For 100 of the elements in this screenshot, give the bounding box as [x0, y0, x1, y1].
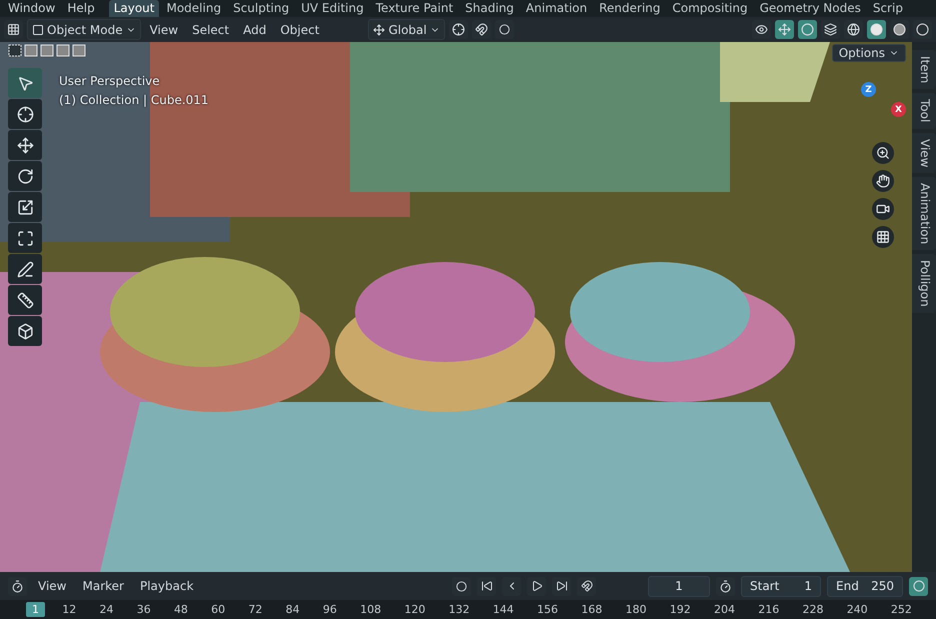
header-menu[interactable]: Add	[238, 22, 272, 36]
header-menu[interactable]: Select	[187, 22, 234, 36]
jump-start-button[interactable]	[477, 576, 496, 596]
frame-number: 192	[668, 602, 692, 617]
workspace-tab[interactable]: Animation	[520, 0, 592, 17]
transform-tool[interactable]	[8, 223, 42, 253]
workspace-tab[interactable]: UV Editing	[296, 0, 369, 17]
workspace-tab[interactable]: Rendering	[594, 0, 666, 17]
pivot-button[interactable]	[448, 20, 468, 39]
frame-number: 120	[403, 602, 426, 617]
frame-number: 204	[712, 602, 736, 617]
workspace-tab[interactable]: Shading	[460, 0, 519, 17]
select-mode-icon[interactable]	[8, 44, 22, 57]
sidebar-tab[interactable]: Tool	[912, 93, 936, 129]
sphere-icon	[916, 23, 929, 36]
move-icon	[16, 136, 34, 154]
timeline-menu[interactable]: Playback	[134, 579, 199, 593]
frame-number: 168	[580, 602, 604, 617]
frame-number: 1	[26, 602, 45, 617]
workspace-tab[interactable]: Scrip	[868, 0, 908, 17]
frame-number: 216	[757, 602, 780, 617]
workspace-tab[interactable]: Modeling	[161, 0, 226, 17]
frame-number: 108	[359, 602, 382, 617]
play-button[interactable]	[527, 576, 546, 596]
stopwatch-icon	[719, 580, 732, 592]
add-cube-tool[interactable]	[8, 316, 42, 346]
workspace-tab[interactable]: Texture Paint	[370, 0, 458, 17]
frame-number: 156	[536, 602, 560, 617]
move-tool[interactable]	[8, 130, 42, 160]
frame-number: 180	[624, 602, 648, 617]
workspace-tab[interactable]: Layout	[108, 0, 160, 17]
menu-item[interactable]: Window	[2, 0, 62, 17]
shading-mode-button[interactable]	[913, 20, 932, 39]
frame-number: 96	[322, 602, 338, 617]
measure-tool[interactable]	[8, 285, 42, 315]
header-menu[interactable]: Object	[275, 22, 324, 36]
magnet-icon	[580, 580, 592, 592]
proportional-button[interactable]	[494, 20, 514, 39]
shading-mode-button[interactable]	[867, 20, 886, 39]
editor-type-button[interactable]	[8, 576, 27, 596]
select-icon	[16, 74, 34, 92]
header-menu[interactable]: View	[144, 22, 184, 36]
current-frame-field[interactable]: 1	[648, 576, 710, 596]
frame-number: 228	[801, 602, 824, 617]
circle-icon	[912, 580, 924, 592]
sidebar-tab[interactable]: View	[912, 132, 936, 174]
select-mode-icon[interactable]	[56, 44, 70, 57]
select-mode-icon[interactable]	[72, 44, 86, 57]
mode-dropdown[interactable]: Object Mode	[27, 19, 141, 40]
step-back-button[interactable]	[502, 576, 521, 596]
timeline-menu[interactable]: Marker	[77, 579, 129, 593]
sidebar-tab[interactable]: Animation	[912, 177, 936, 250]
gizmo-toggle-button[interactable]	[775, 20, 794, 39]
rotate-tool[interactable]	[8, 161, 42, 191]
stopwatch-button[interactable]	[716, 576, 735, 596]
skip-back-icon	[480, 580, 492, 592]
timeline-menu[interactable]: View	[33, 579, 72, 593]
globe-icon	[847, 23, 860, 36]
frame-number: 252	[890, 602, 913, 617]
frame-number: 36	[136, 602, 152, 617]
end-frame-field[interactable]: End 250	[827, 576, 903, 596]
record-button[interactable]	[452, 576, 471, 596]
snap-button[interactable]	[577, 576, 596, 596]
xray-button[interactable]	[821, 20, 840, 39]
sphere-icon	[870, 23, 883, 36]
camera-icon	[876, 202, 890, 216]
editor-type-button[interactable]	[4, 20, 23, 39]
keying-button[interactable]	[909, 576, 928, 596]
cursor-tool[interactable]	[8, 99, 42, 129]
workspace-tab[interactable]: Geometry Nodes	[754, 0, 866, 17]
start-frame-field[interactable]: Start 1	[741, 576, 821, 596]
snap-button[interactable]	[472, 20, 491, 39]
select-tool[interactable]	[8, 68, 42, 98]
annotate-tool[interactable]	[8, 254, 42, 284]
select-mode-icon[interactable]	[24, 44, 38, 57]
visibility-button[interactable]	[752, 20, 771, 39]
circle-icon	[498, 24, 510, 35]
arrows-icon	[778, 23, 791, 36]
cursor-icon	[16, 106, 34, 122]
menu-item[interactable]: Help	[61, 0, 101, 17]
shading-mode-button[interactable]	[890, 20, 909, 39]
frame-number: 240	[846, 602, 869, 617]
workspace-tab[interactable]: Sculpting	[228, 0, 294, 17]
jump-end-button[interactable]	[552, 576, 571, 596]
layers-icon	[824, 23, 837, 36]
orientation-dropdown[interactable]: Global	[368, 19, 445, 40]
overlay-toggle-button[interactable]	[798, 20, 817, 39]
scale-tool[interactable]	[8, 192, 42, 222]
frame-number: 72	[247, 602, 264, 617]
frame-number: 60	[210, 602, 226, 617]
frame-number: 144	[492, 602, 515, 617]
sidebar-tab[interactable]: Item	[912, 50, 936, 90]
sidebar-tab[interactable]: Polligon	[912, 254, 936, 314]
select-mode-icon[interactable]	[40, 44, 54, 57]
skip-forward-icon	[556, 580, 568, 592]
scale-icon	[16, 198, 34, 216]
transform-icon	[16, 230, 34, 246]
shading-mode-button[interactable]	[844, 20, 863, 39]
workspace-tab[interactable]: Compositing	[667, 0, 753, 17]
options-dropdown[interactable]: Options	[832, 44, 906, 62]
